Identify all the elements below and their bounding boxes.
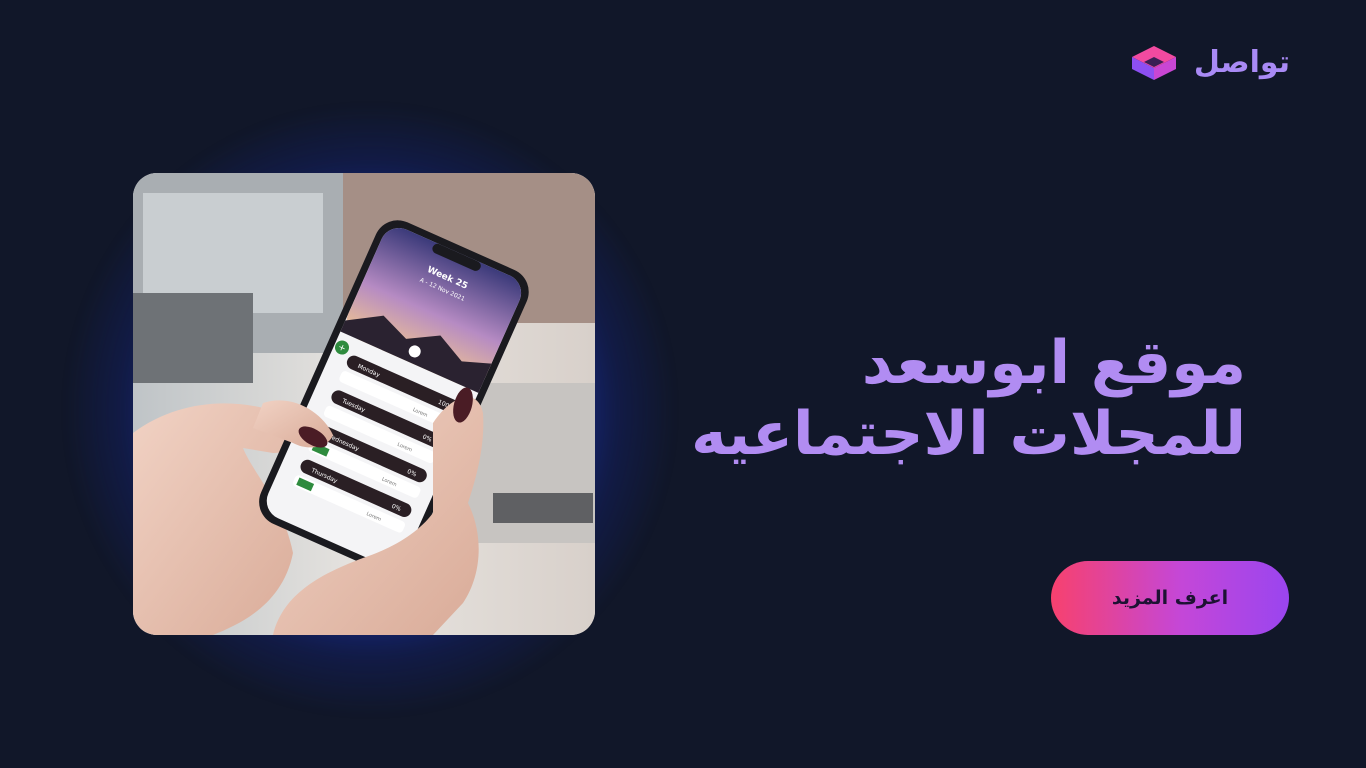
phone-in-hand-illustration: Week 25 A - 12 Nov 2021 + Monday 100% Lo…: [133, 173, 595, 635]
headline-line-1: موقع ابوسعد: [861, 328, 1246, 398]
brand-name: تواصل: [1193, 45, 1290, 80]
brand-logo[interactable]: تواصل: [1130, 44, 1290, 82]
hero-photo: Week 25 A - 12 Nov 2021 + Monday 100% Lo…: [133, 173, 595, 635]
headline-line-2: للمجلات الاجتماعيه: [691, 398, 1246, 469]
learn-more-button[interactable]: اعرف المزيد: [1051, 561, 1289, 635]
hero-headline: موقع ابوسعد للمجلات الاجتماعيه: [691, 328, 1246, 470]
cube-logo-icon: [1131, 46, 1176, 80]
